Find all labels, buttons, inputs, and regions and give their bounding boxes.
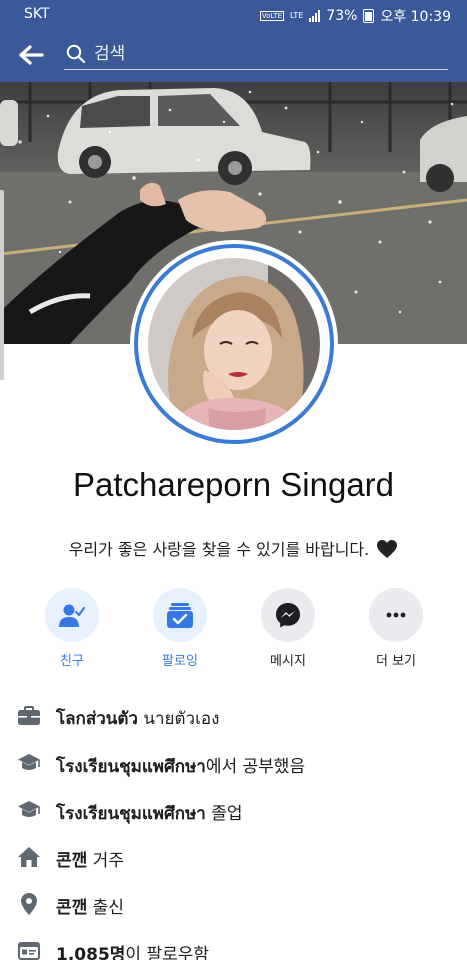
battery-icon (363, 9, 375, 23)
message-button-label: 메시지 (270, 654, 306, 669)
intro-lives-in-text: 콘깬 거주 (56, 851, 124, 871)
graduation-cap-icon (18, 754, 40, 770)
following-icon (167, 603, 193, 628)
friends-button-circle[interactable] (45, 588, 99, 642)
friends-button-label: 친구 (60, 654, 84, 669)
battery-percent: 73% (326, 8, 358, 24)
cover-edge-divider (0, 190, 4, 380)
more-button-label: 더 보기 (375, 654, 416, 669)
intro-work-text: โลกส่วนตัว นายตัวเอง (56, 709, 220, 729)
intro-followers[interactable]: 1,085명이 팔로우함 (0, 928, 467, 960)
avatar[interactable] (130, 240, 338, 448)
profile-name: Patchareporn Singard (72, 466, 395, 503)
more-button-circle[interactable] (369, 588, 423, 642)
intro-followers-text: 1,085명이 팔로우함 (56, 945, 210, 960)
signal-icon (309, 10, 321, 22)
friends-check-icon (59, 604, 85, 627)
following-button[interactable]: 팔로잉 (126, 588, 234, 669)
intro-graduated[interactable]: โรงเรียนชุมแพศึกษา 졸업 (0, 787, 467, 833)
search-icon (66, 44, 86, 64)
search-header (0, 28, 467, 82)
status-bar: SKT VoLTE LTE 73% 오후 10:39 (0, 0, 467, 28)
following-button-label: 팔로잉 (162, 654, 198, 669)
following-button-circle[interactable] (153, 588, 207, 642)
message-button[interactable]: 메시지 (234, 588, 342, 669)
search-bar[interactable] (64, 40, 448, 70)
message-button-circle[interactable] (261, 588, 315, 642)
followers-icon (18, 942, 40, 960)
avatar-ring (134, 244, 334, 444)
profile-actions: 친구 팔로잉 메시지 더 보기 (18, 588, 450, 678)
more-dots-icon (386, 612, 406, 618)
intro-from-text: 콘깬 출신 (56, 898, 124, 918)
bio-text: 우리가 좋은 사랑을 찾을 수 있기를 바랍니다. (68, 540, 370, 559)
back-arrow-icon[interactable] (18, 42, 46, 68)
messenger-icon (276, 603, 300, 628)
lte-label: LTE (290, 11, 304, 20)
graduation-cap-icon (18, 801, 40, 817)
more-button[interactable]: 더 보기 (342, 588, 450, 669)
status-icons: VoLTE LTE 73% 오후 10:39 (259, 6, 451, 26)
volte-icon: VoLTE (259, 11, 285, 21)
friends-button[interactable]: 친구 (18, 588, 126, 669)
intro-study-text: โรงเรียนชุมแพศึกษา에서 공부했음 (56, 757, 306, 777)
black-heart-icon (377, 540, 398, 558)
intro-study[interactable]: โรงเรียนชุมแพศึกษา에서 공부했음 (0, 740, 467, 786)
home-icon (18, 847, 40, 867)
profile-bio: 우리가 좋은 사랑을 찾을 수 있기를 바랍니다. (0, 536, 467, 560)
clock: 오후 10:39 (380, 9, 451, 25)
intro-lives-in[interactable]: 콘깬 거주 (0, 834, 467, 880)
briefcase-icon (18, 706, 40, 725)
intro-from[interactable]: 콘깬 출신 (0, 881, 467, 927)
location-pin-icon (21, 893, 37, 915)
intro-work[interactable]: โลกส่วนตัว นายตัวเอง (0, 693, 467, 739)
profile-photo (148, 258, 320, 430)
intro-graduated-text: โรงเรียนชุมแพศึกษา 졸업 (56, 804, 243, 824)
search-input[interactable] (94, 40, 434, 68)
carrier-label: SKT (24, 6, 50, 22)
